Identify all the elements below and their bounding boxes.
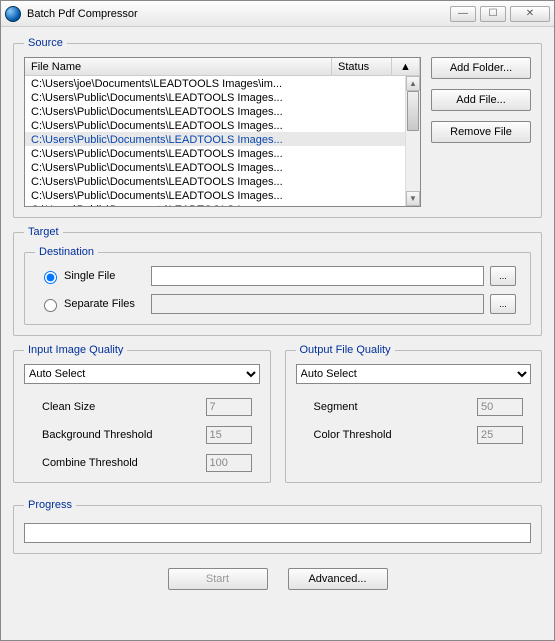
column-status[interactable]: Status xyxy=(332,58,392,75)
column-sort-icon[interactable]: ▲ xyxy=(392,58,420,75)
single-file-radio[interactable] xyxy=(44,271,57,284)
table-row[interactable]: C:\Users\Public\Documents\LEADTOOLS Imag… xyxy=(25,90,405,104)
segment-input[interactable] xyxy=(477,398,523,416)
separate-files-browse-button[interactable]: ... xyxy=(490,294,516,314)
footer: Start Advanced... xyxy=(13,562,542,592)
target-legend: Target xyxy=(24,226,63,238)
clean-size-input[interactable] xyxy=(206,398,252,416)
client-area: Source File Name Status ▲ C:\Users\joe\D… xyxy=(1,27,554,640)
destination-group: Destination Single File ... Separate Fil… xyxy=(24,246,531,325)
single-file-browse-button[interactable]: ... xyxy=(490,266,516,286)
progress-bar xyxy=(24,523,531,543)
source-legend: Source xyxy=(24,37,67,49)
clean-size-label: Clean Size xyxy=(42,401,206,413)
segment-label: Segment xyxy=(314,401,478,413)
bg-threshold-input[interactable] xyxy=(206,426,252,444)
scrollbar[interactable]: ▲ ▼ xyxy=(405,76,420,206)
color-threshold-input[interactable] xyxy=(477,426,523,444)
input-quality-legend: Input Image Quality xyxy=(24,344,127,356)
add-folder-button[interactable]: Add Folder... xyxy=(431,57,531,79)
output-quality-group: Output File Quality Auto Select Segment … xyxy=(285,344,543,483)
bg-threshold-label: Background Threshold xyxy=(42,429,206,441)
input-quality-select[interactable]: Auto Select xyxy=(24,364,260,384)
source-group: Source File Name Status ▲ C:\Users\joe\D… xyxy=(13,37,542,218)
advanced-button[interactable]: Advanced... xyxy=(288,568,388,590)
single-file-radio-label[interactable]: Single File xyxy=(35,268,145,284)
combine-threshold-label: Combine Threshold xyxy=(42,457,206,469)
table-row[interactable]: C:\Users\Public\Documents\LEADTOOLS Imag… xyxy=(25,202,405,206)
minimize-button[interactable]: — xyxy=(450,6,476,22)
separate-files-radio[interactable] xyxy=(44,299,57,312)
scroll-up-icon[interactable]: ▲ xyxy=(406,76,420,91)
table-row[interactable]: C:\Users\Public\Documents\LEADTOOLS Imag… xyxy=(25,132,405,146)
combine-threshold-input[interactable] xyxy=(206,454,252,472)
app-window: Batch Pdf Compressor — ☐ ✕ Source File N… xyxy=(0,0,555,641)
scroll-track[interactable] xyxy=(406,91,420,191)
maximize-button[interactable]: ☐ xyxy=(480,6,506,22)
start-button[interactable]: Start xyxy=(168,568,268,590)
single-file-text: Single File xyxy=(64,270,115,282)
color-threshold-label: Color Threshold xyxy=(314,429,478,441)
table-row[interactable]: C:\Users\Public\Documents\LEADTOOLS Imag… xyxy=(25,160,405,174)
progress-group: Progress xyxy=(13,499,542,554)
target-group: Target Destination Single File ... Separ… xyxy=(13,226,542,336)
close-button[interactable]: ✕ xyxy=(510,6,550,22)
output-quality-select[interactable]: Auto Select xyxy=(296,364,532,384)
table-row[interactable]: C:\Users\Public\Documents\LEADTOOLS Imag… xyxy=(25,188,405,202)
file-list[interactable]: File Name Status ▲ C:\Users\joe\Document… xyxy=(24,57,421,207)
list-header: File Name Status ▲ xyxy=(25,58,420,76)
single-file-input[interactable] xyxy=(151,266,484,286)
table-row[interactable]: C:\Users\Public\Documents\LEADTOOLS Imag… xyxy=(25,104,405,118)
progress-legend: Progress xyxy=(24,499,76,511)
scroll-thumb[interactable] xyxy=(407,91,419,131)
table-row[interactable]: C:\Users\Public\Documents\LEADTOOLS Imag… xyxy=(25,174,405,188)
column-filename[interactable]: File Name xyxy=(25,58,332,75)
output-quality-legend: Output File Quality xyxy=(296,344,395,356)
add-file-button[interactable]: Add File... xyxy=(431,89,531,111)
app-icon xyxy=(5,6,21,22)
separate-files-input[interactable] xyxy=(151,294,484,314)
titlebar: Batch Pdf Compressor — ☐ ✕ xyxy=(1,1,554,27)
input-quality-group: Input Image Quality Auto Select Clean Si… xyxy=(13,344,271,483)
separate-files-text: Separate Files xyxy=(64,298,135,310)
window-title: Batch Pdf Compressor xyxy=(27,8,450,20)
remove-file-button[interactable]: Remove File xyxy=(431,121,531,143)
scroll-down-icon[interactable]: ▼ xyxy=(406,191,420,206)
table-row[interactable]: C:\Users\joe\Documents\LEADTOOLS Images\… xyxy=(25,76,405,90)
destination-legend: Destination xyxy=(35,246,98,258)
table-row[interactable]: C:\Users\Public\Documents\LEADTOOLS Imag… xyxy=(25,118,405,132)
separate-files-radio-label[interactable]: Separate Files xyxy=(35,296,145,312)
window-buttons: — ☐ ✕ xyxy=(450,6,550,22)
list-rows: C:\Users\joe\Documents\LEADTOOLS Images\… xyxy=(25,76,405,206)
table-row[interactable]: C:\Users\Public\Documents\LEADTOOLS Imag… xyxy=(25,146,405,160)
